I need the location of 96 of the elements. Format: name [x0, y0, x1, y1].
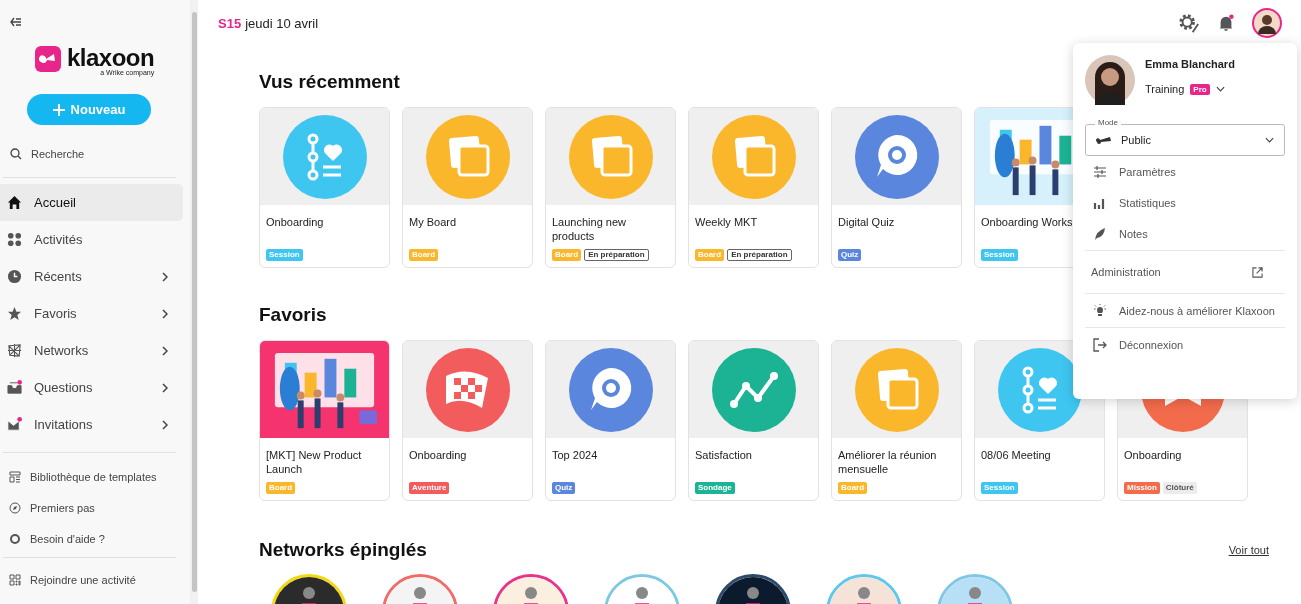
- star-icon: [7, 306, 22, 321]
- tag: Sondage: [695, 482, 735, 494]
- chevron-down-icon: [1265, 137, 1274, 143]
- nav-item[interactable]: Récents: [0, 258, 183, 295]
- logout-icon: [1093, 337, 1107, 352]
- sidebar-link[interactable]: Besoin d'aide ?: [9, 523, 190, 554]
- feather-icon: [1093, 226, 1107, 241]
- tag: Quiz: [838, 249, 862, 261]
- tag: Board: [409, 249, 439, 261]
- chevron-right-icon: [162, 308, 168, 319]
- tag: Aventure: [409, 482, 450, 494]
- qr-code-icon: [9, 573, 21, 586]
- search-link[interactable]: Recherche: [10, 146, 190, 162]
- section-title: Favoris: [259, 304, 327, 326]
- date-label: jeudi 10 avril: [245, 15, 319, 31]
- card-title: Onboarding: [266, 215, 325, 229]
- sliders-icon: [1093, 164, 1107, 179]
- see-all-link[interactable]: Voir tout: [1228, 544, 1269, 556]
- card-title: Onboarding Works: [981, 215, 1074, 229]
- compass-icon: [9, 501, 21, 514]
- chevron-down-icon[interactable]: [1215, 86, 1225, 92]
- chevron-right-icon: [162, 382, 168, 393]
- card-title: Launching new products: [552, 215, 627, 243]
- workspace-name: Training: [1145, 83, 1185, 95]
- menu-item[interactable]: Aidez-nous à améliorer Klaxoon: [1085, 295, 1285, 326]
- bulb-icon: [1093, 303, 1107, 318]
- activity-card[interactable]: My Board Board: [402, 107, 533, 268]
- scrollbar-thumb[interactable]: [191, 12, 197, 592]
- nav-item[interactable]: Favoris: [0, 295, 183, 332]
- tag: Board: [838, 482, 868, 494]
- menu-item[interactable]: Administration: [1085, 252, 1285, 292]
- activity-card[interactable]: Weekly MKT Board En préparation: [688, 107, 819, 268]
- user-name: Emma Blanchard: [1145, 58, 1235, 70]
- collapse-icon[interactable]: [10, 17, 22, 27]
- mail-icon: [7, 417, 22, 432]
- net-icon: [7, 343, 22, 358]
- activity-card[interactable]: Digital Quiz Quiz: [831, 107, 962, 268]
- avatar-icon[interactable]: [1252, 8, 1282, 38]
- activity-card[interactable]: Améliorer la réunion mensuelle Board: [831, 340, 962, 501]
- inbox-icon: [7, 380, 22, 395]
- chevron-right-icon: [162, 345, 168, 356]
- logo-name: klaxoon: [67, 46, 155, 70]
- activity-card[interactable]: Onboarding Aventure: [402, 340, 533, 501]
- chevron-right-icon: [162, 419, 168, 430]
- tag: Clôturé: [1162, 482, 1197, 494]
- join-link[interactable]: Rejoindre une activité: [9, 564, 190, 595]
- sidebar-link[interactable]: Bibliothèque de templates: [9, 461, 190, 492]
- activity-card[interactable]: Launching new products Board En préparation: [545, 107, 676, 268]
- mode-select[interactable]: Public: [1085, 124, 1285, 156]
- tag: Session: [266, 249, 303, 261]
- home-icon: [7, 195, 22, 210]
- card-title: Digital Quiz: [838, 215, 896, 229]
- nav-item[interactable]: Activités: [0, 221, 183, 258]
- nav-item[interactable]: Questions: [0, 369, 183, 406]
- logo-icon: [35, 46, 61, 72]
- card-title: Weekly MKT: [695, 215, 759, 229]
- activity-card[interactable]: Onboarding Session: [259, 107, 390, 268]
- tag: Session: [981, 249, 1018, 261]
- card-title: Améliorer la réunion mensuelle: [838, 448, 938, 476]
- card-title: [MKT] New Product Launch: [266, 448, 363, 476]
- activity-card[interactable]: Satisfaction Sondage: [688, 340, 819, 501]
- template-icon: [9, 470, 21, 483]
- card-title: 08/06 Meeting: [981, 448, 1052, 462]
- tag: En préparation: [584, 249, 649, 261]
- tag: Quiz: [552, 482, 576, 494]
- plan-badge: Pro: [1190, 83, 1210, 95]
- week-number: S15: [218, 15, 242, 31]
- tag: Mission: [1124, 482, 1160, 494]
- tag: Session: [981, 482, 1018, 494]
- avatar-icon: [1085, 55, 1135, 105]
- gear-icon[interactable]: [1178, 12, 1200, 34]
- card-title: My Board: [409, 215, 458, 229]
- tag: Board: [695, 249, 725, 261]
- chevron-right-icon: [162, 271, 168, 282]
- dots-icon: [7, 232, 22, 247]
- card-title: Onboarding: [1124, 448, 1183, 462]
- search-icon: [10, 148, 22, 160]
- external-link-icon: [1252, 266, 1263, 278]
- field-label: Mode: [1095, 118, 1121, 128]
- plus-icon: [52, 103, 65, 116]
- horn-icon: [1096, 136, 1112, 144]
- card-title: Onboarding: [409, 448, 468, 462]
- sidebar-link[interactable]: Premiers pas: [9, 492, 190, 523]
- section-title: Networks épinglés: [259, 539, 427, 561]
- nav-item[interactable]: Invitations: [0, 406, 183, 443]
- activity-card[interactable]: Top 2024 Quiz: [545, 340, 676, 501]
- tag: En préparation: [727, 249, 792, 261]
- nav-item[interactable]: Accueil: [0, 184, 183, 221]
- tag: Board: [266, 482, 296, 494]
- tag: Board: [552, 249, 582, 261]
- card-title: Top 2024: [552, 448, 599, 462]
- clock-icon: [7, 269, 22, 284]
- activity-card[interactable]: [MKT] New Product Launch Board: [259, 340, 390, 501]
- card-title: Satisfaction: [695, 448, 753, 462]
- section-title: Vus récemment: [259, 71, 400, 93]
- nav-item[interactable]: Networks: [0, 332, 183, 369]
